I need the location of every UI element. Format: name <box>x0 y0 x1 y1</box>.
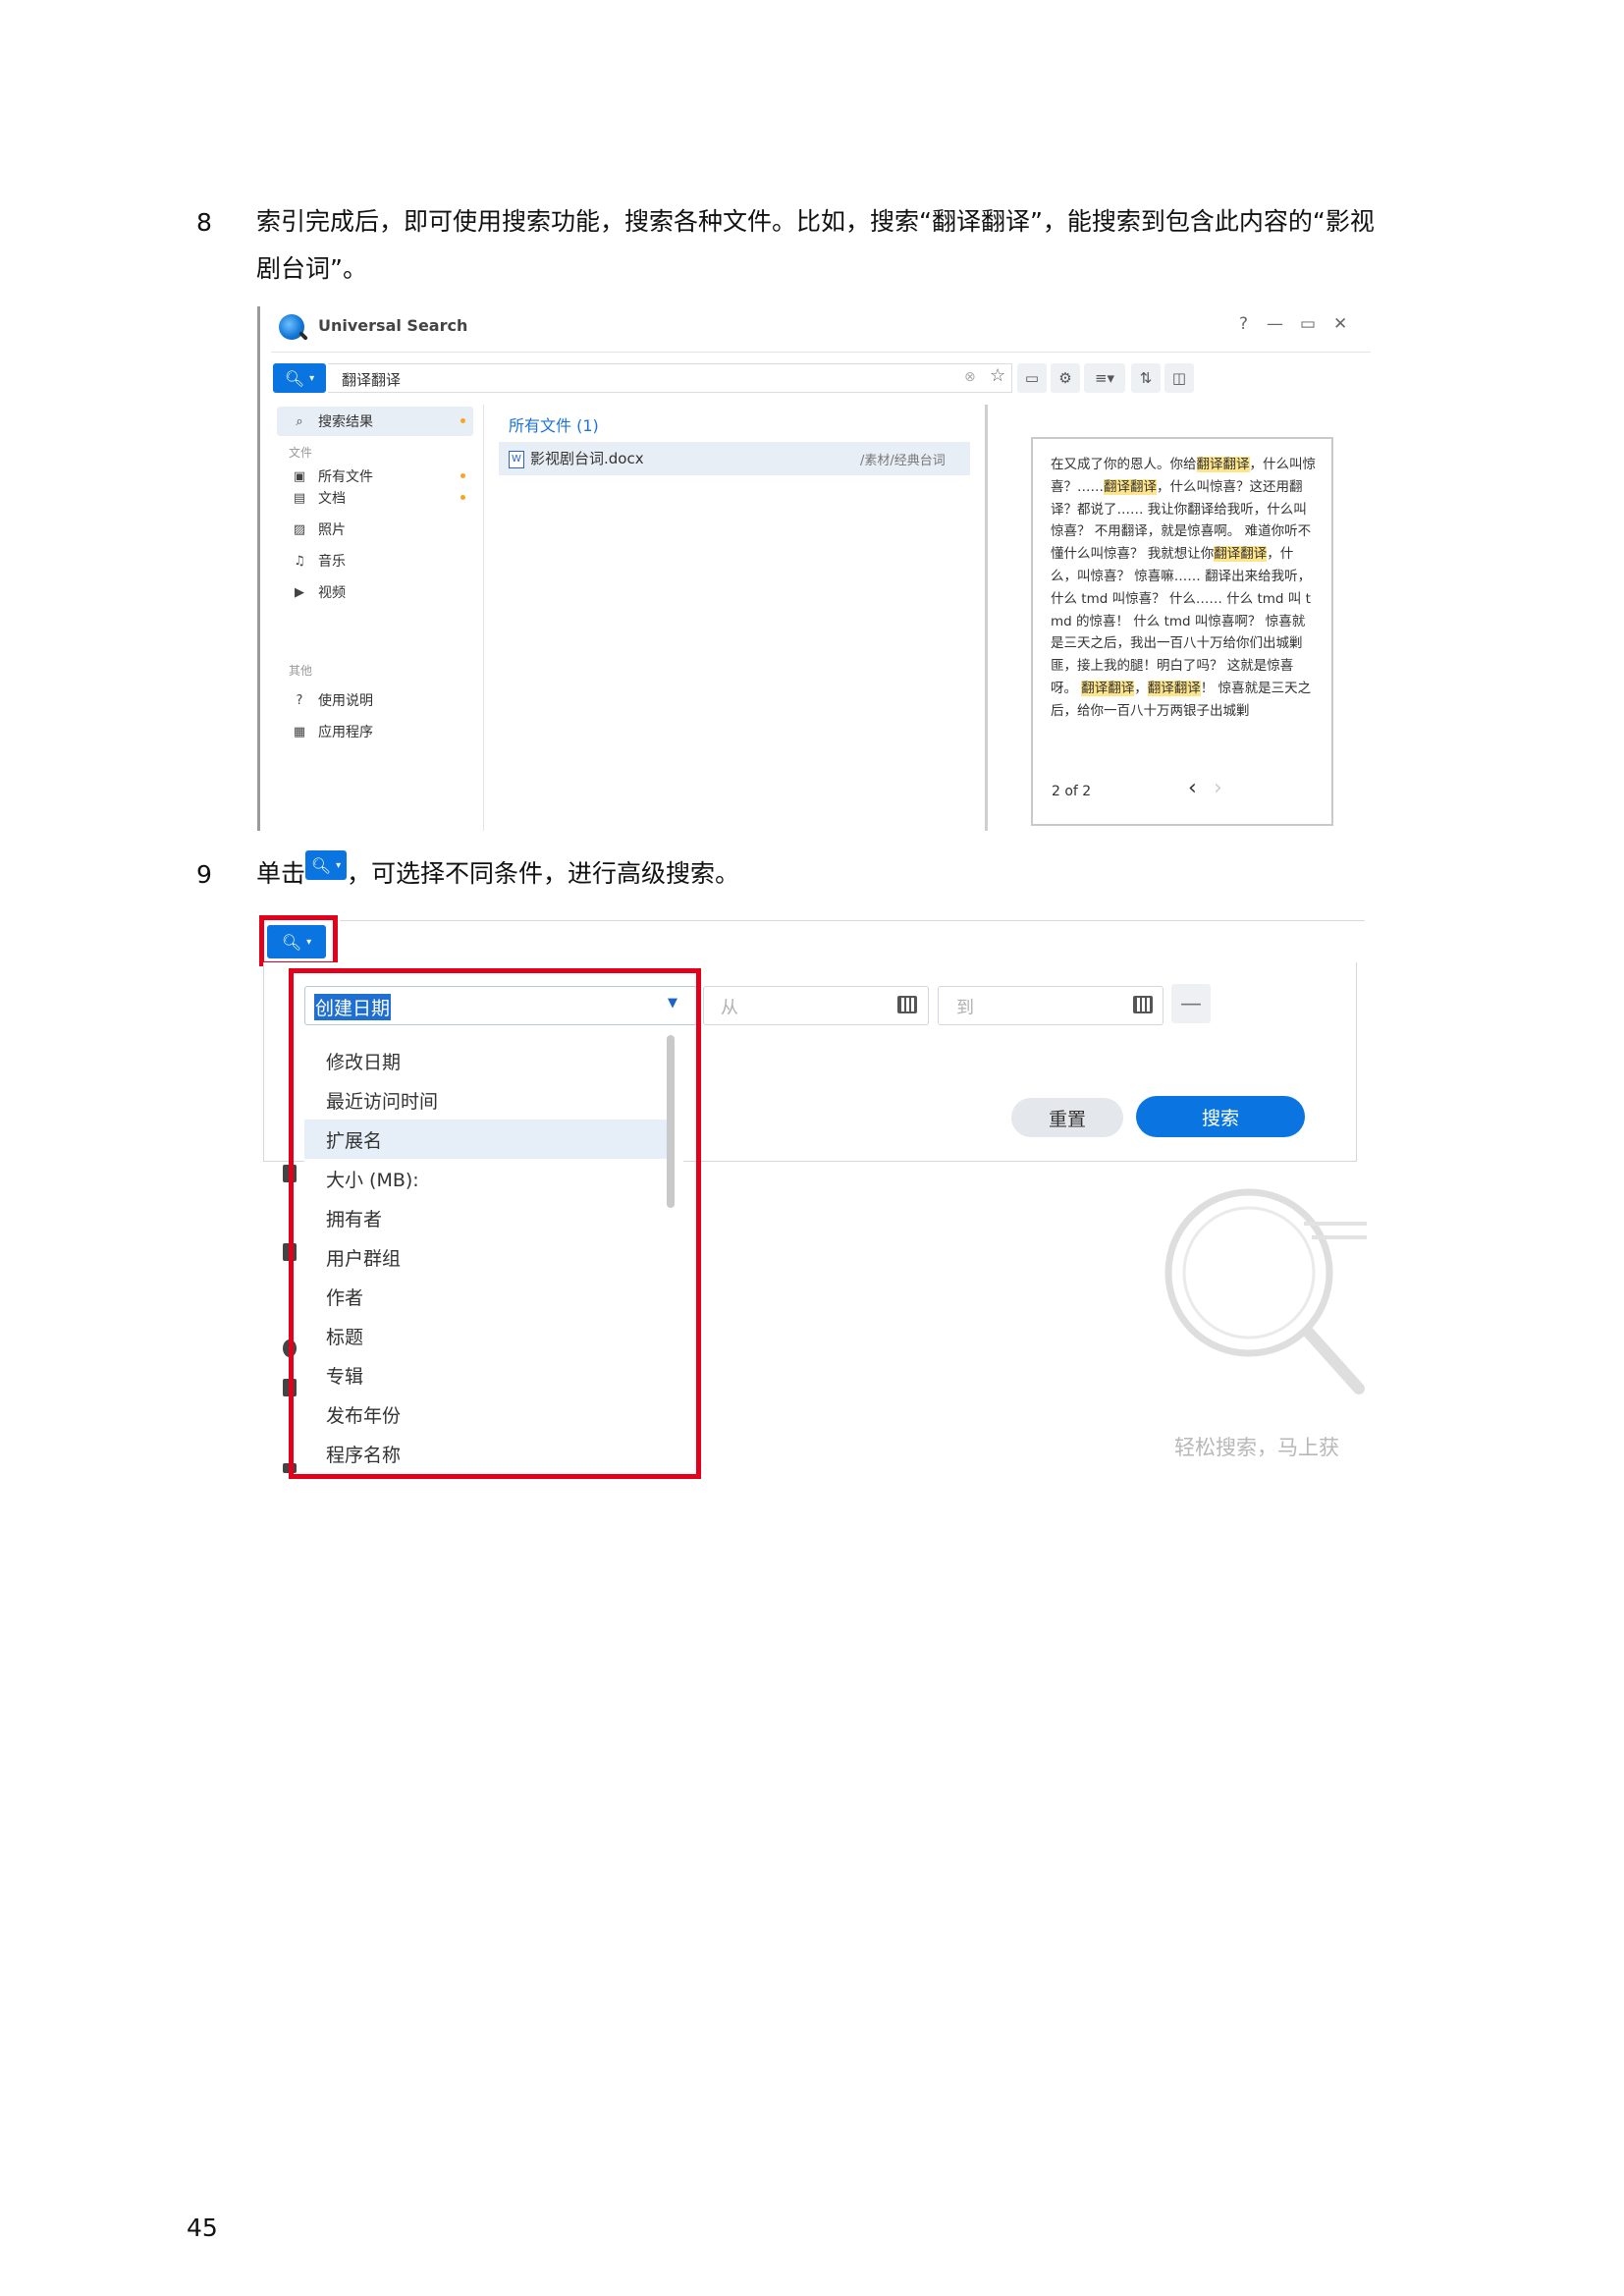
sidebar-item-label: 搜索结果 <box>318 414 373 430</box>
highlighted-match: 翻译翻译 <box>1214 546 1268 563</box>
settings-gear-icon[interactable]: ⚙ <box>1051 363 1080 393</box>
calendar-icon[interactable] <box>1133 996 1153 1013</box>
date-to-placeholder: 到 <box>956 998 974 1018</box>
list-scrollbar[interactable] <box>985 405 988 831</box>
highlighted-match: 翻译翻译 <box>1147 680 1201 696</box>
sidebar-item-label: 使用说明 <box>318 693 373 709</box>
search-button[interactable]: 搜索 <box>1136 1096 1305 1137</box>
sidebar-item-label: 音乐 <box>318 554 346 570</box>
preview-panel-icon[interactable]: ◫ <box>1164 363 1194 393</box>
search-results-icon: ⌕ <box>296 413 303 429</box>
help-button[interactable]: ? <box>1239 314 1248 334</box>
search-query-text: 翻译翻译 <box>342 371 402 389</box>
step-8-line-1: 索引完成后，即可使用搜索功能，搜索各种文件。比如，搜索“翻译翻译”，能搜索到包含… <box>256 207 1375 236</box>
minimize-button[interactable]: — <box>1267 314 1283 334</box>
help-icon: ? <box>296 692 303 708</box>
remove-condition-button[interactable]: — <box>1171 984 1211 1023</box>
sidebar-item-help[interactable]: ? 使用说明 <box>277 685 473 715</box>
red-outline-box <box>289 968 701 1479</box>
files-section-header: 文件 <box>289 446 313 460</box>
indicator-dot <box>460 495 465 500</box>
caret-down-icon: ▾ <box>306 936 312 948</box>
other-section-header: 其他 <box>289 664 313 678</box>
caret-down-icon: ▾ <box>336 859 342 871</box>
caret-down-icon: ▾ <box>309 372 315 384</box>
empty-state-magnifier-icon <box>1164 1188 1367 1394</box>
match-counter: 2 of 2 <box>1052 784 1092 799</box>
sort-icon[interactable]: ⇅ <box>1131 363 1161 393</box>
preview-segment: 在又成了你的恩人。你给 <box>1051 457 1197 472</box>
step-9-text-before: 单击 <box>256 859 306 888</box>
step-9-text-after: ，可选择不同条件，进行高级搜索。 <box>347 859 740 888</box>
sidebar-item-label: 应用程序 <box>318 725 373 740</box>
sidebar-item-label: 视频 <box>318 585 346 601</box>
maximize-button[interactable]: ▭ <box>1300 314 1316 334</box>
sidebar-item-label: 文档 <box>318 491 346 507</box>
highlighted-match: 翻译翻译 <box>1196 457 1250 472</box>
date-from-placeholder: 从 <box>721 998 738 1018</box>
search-icon: 🔍︎ <box>281 932 302 952</box>
window-edge <box>257 306 260 831</box>
page-number: 45 <box>187 2214 218 2242</box>
search-options-button[interactable]: 🔍︎ ▾ <box>267 925 326 958</box>
word-document-icon: W <box>509 451 524 468</box>
photo-icon: ▨ <box>293 521 306 537</box>
inline-search-options-icon: 🔍︎ ▾ <box>305 850 347 880</box>
highlighted-match: 翻译翻译 <box>1104 478 1157 495</box>
file-list-header: 所有文件 (1) <box>509 416 599 435</box>
indicator-dot <box>460 418 465 423</box>
title-divider <box>271 352 1371 353</box>
file-name: 影视剧台词.docx <box>530 450 644 467</box>
universal-search-app-icon <box>279 314 304 340</box>
calendar-icon[interactable] <box>897 996 917 1013</box>
toolbar-divider-top <box>340 920 1365 921</box>
sidebar-item-label: 照片 <box>318 522 346 538</box>
search-icon: 🔍︎ <box>310 855 332 875</box>
file-path: /素材/经典台词 <box>860 454 946 468</box>
sidebar-item-music[interactable]: ♫ 音乐 <box>277 546 473 575</box>
step-8-line-2: 剧台词”。 <box>256 254 367 283</box>
step-number-8: 8 <box>196 208 212 237</box>
sidebar-item-search-results[interactable]: ⌕ 搜索结果 <box>277 407 473 436</box>
folder-icon[interactable]: ▭ <box>1017 363 1047 393</box>
preview-text: 在又成了你的恩人。你给翻译翻译，什么叫惊喜？……翻译翻译，什么叫惊喜？这还用翻译… <box>1051 454 1316 723</box>
empty-state-text: 轻松搜索，马上获 <box>1174 1436 1339 1459</box>
indicator-dot <box>460 473 465 478</box>
document-icon: ▤ <box>293 490 306 506</box>
universal-search-screenshot: Universal Search ? — ▭ ✕ 🔍︎ ▾ 翻译翻译 ⊗ ☆ ▭ … <box>257 306 1372 831</box>
sidebar-item-documents[interactable]: ▤ 文档 <box>277 483 473 513</box>
favorite-star-icon[interactable]: ☆ <box>990 365 1005 386</box>
list-view-icon[interactable]: ≡▾ <box>1084 363 1125 393</box>
app-title: Universal Search <box>318 316 468 335</box>
video-icon: ▶ <box>295 584 304 600</box>
search-input[interactable] <box>328 363 1012 393</box>
highlighted-match: 翻译翻译 <box>1081 680 1135 696</box>
reset-button[interactable]: 重置 <box>1011 1098 1123 1137</box>
search-options-button[interactable]: 🔍︎ ▾ <box>273 363 326 393</box>
search-icon: 🔍︎ <box>284 368 305 388</box>
sidebar-item-videos[interactable]: ▶ 视频 <box>277 577 473 607</box>
preview-segment: ，什么，叫惊喜？ 惊喜嘛…… 翻译出来给我听，什么 tmd 叫惊喜？ 什么…… … <box>1051 546 1312 696</box>
sidebar-item-apps[interactable]: ▦ 应用程序 <box>277 717 473 746</box>
step-number-9: 9 <box>196 860 212 889</box>
preview-segment: ， <box>1134 680 1148 696</box>
sidebar-item-photos[interactable]: ▨ 照片 <box>277 515 473 544</box>
previous-match-icon[interactable]: ‹ <box>1188 776 1197 800</box>
next-match-icon[interactable]: › <box>1214 776 1222 800</box>
close-button[interactable]: ✕ <box>1333 314 1347 334</box>
clear-input-icon[interactable]: ⊗ <box>964 369 976 385</box>
apps-icon: ▦ <box>293 724 306 739</box>
music-icon: ♫ <box>294 553 305 569</box>
sidebar-divider <box>483 405 484 831</box>
